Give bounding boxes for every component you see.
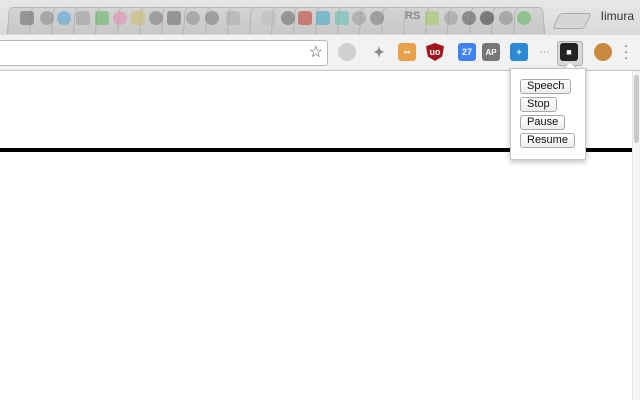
disabled-extension-icon[interactable] <box>338 43 356 61</box>
favicon-icon <box>316 11 330 25</box>
speech-button[interactable]: Speech <box>520 79 572 94</box>
ap-icon[interactable]: AP <box>482 43 500 61</box>
speech-extension-icon[interactable]: ■ <box>560 43 578 61</box>
cookie-icon[interactable] <box>594 43 612 61</box>
favicon-icon <box>20 11 34 25</box>
twitter-icon <box>57 11 71 25</box>
browser-toolbar: ☆ ✦ •• uo 27 AP + ··· ■ · · · <box>0 35 640 71</box>
favicon-icon <box>298 11 312 25</box>
address-bar[interactable]: ☆ <box>0 40 328 66</box>
stop-button[interactable]: Stop <box>520 97 557 112</box>
favicon-icon <box>226 11 240 25</box>
info-icon <box>281 11 295 25</box>
favicon-icon <box>335 11 349 25</box>
document-icon <box>186 11 200 25</box>
calendar-icon[interactable]: 27 <box>458 43 476 61</box>
tab-strip: RS Iimura <box>0 0 640 35</box>
extension-popup: Speech Stop Pause Resume <box>510 68 586 160</box>
favicon-icon <box>131 11 145 25</box>
github-icon <box>480 11 494 25</box>
scrollbar[interactable] <box>632 71 640 400</box>
browser-window: RS Iimura ☆ ✦ •• uo 27 AP + ··· ■ · · · Sp <box>0 0 640 400</box>
favicon-icon <box>113 11 127 25</box>
translate-icon[interactable]: + <box>510 43 528 61</box>
dots-extension-icon[interactable]: ··· <box>536 43 554 61</box>
resume-button[interactable]: Resume <box>520 133 575 148</box>
favicon-icon <box>262 11 276 25</box>
link-icon <box>352 11 366 25</box>
favicon-icon <box>517 11 531 25</box>
face-icon[interactable]: •• <box>398 43 416 61</box>
vertical-dots-icon[interactable]: · · · <box>621 38 631 64</box>
globe-icon <box>40 11 54 25</box>
star-icon[interactable]: ☆ <box>309 42 323 62</box>
favicon-icon <box>444 11 458 25</box>
print-icon <box>167 11 181 25</box>
favicon-icon <box>462 11 476 25</box>
profile-name[interactable]: Iimura <box>601 9 634 23</box>
info-icon <box>370 11 384 25</box>
puzzle-icon[interactable]: ✦ <box>370 43 388 61</box>
pause-button[interactable]: Pause <box>520 115 566 130</box>
scrollbar-thumb[interactable] <box>634 75 639 143</box>
evernote-icon <box>95 11 109 25</box>
favicon-icon <box>425 11 439 25</box>
download-icon <box>149 11 163 25</box>
favicon-icon <box>76 11 90 25</box>
favicon-icon <box>499 11 513 25</box>
rs-icon: RS <box>405 10 421 22</box>
ublock-icon[interactable]: uo <box>426 43 444 61</box>
new-tab-button[interactable] <box>552 13 592 29</box>
gear-icon <box>205 11 219 25</box>
